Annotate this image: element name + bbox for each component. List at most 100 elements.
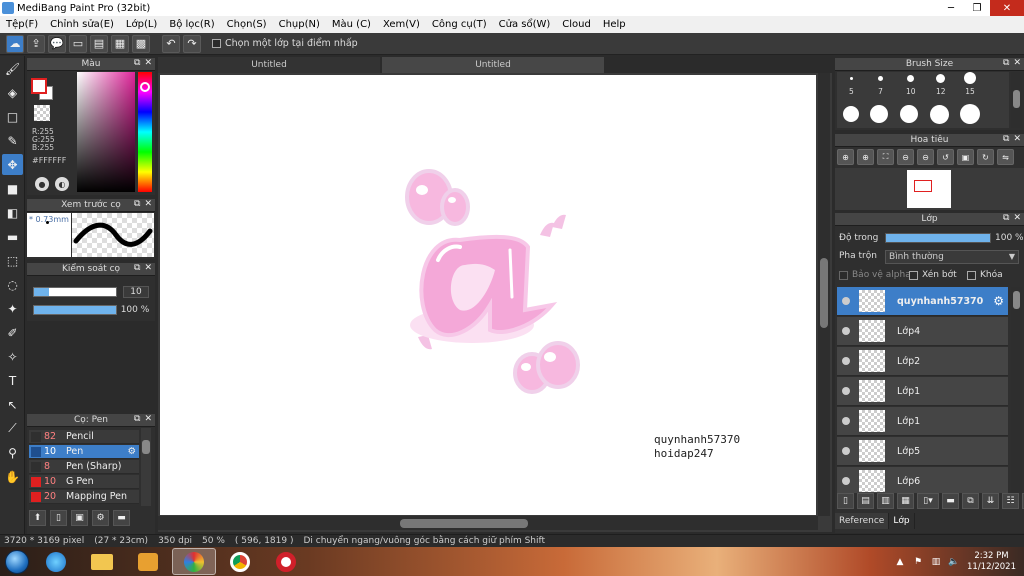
popout-icon[interactable]: ⧉: [134, 199, 140, 209]
page-manager-icon[interactable]: ▦: [111, 34, 129, 53]
redo-icon[interactable]: ↷: [183, 34, 201, 53]
menu-capture[interactable]: Chụp(N): [273, 19, 326, 30]
close-icon[interactable]: ✕: [144, 263, 152, 273]
brush-item[interactable]: 20 Mapping Pen: [29, 490, 139, 504]
saturation-value-picker[interactable]: [77, 72, 135, 192]
brush-add-icon[interactable]: ⬆: [29, 510, 46, 526]
clipping-option[interactable]: Xén bớt: [909, 270, 957, 280]
protect-alpha-option[interactable]: Bảo vệ alpha: [839, 270, 911, 280]
protect-alpha-checkbox[interactable]: [839, 270, 848, 280]
new-1bit-layer-icon[interactable]: ▦: [897, 493, 914, 509]
clipping-checkbox[interactable]: [909, 270, 918, 280]
volume-icon[interactable]: 🔈: [948, 557, 959, 567]
select-pen-icon[interactable]: ✐: [2, 322, 23, 343]
close-icon[interactable]: ✕: [1013, 213, 1021, 223]
popout-icon[interactable]: ⧉: [1003, 134, 1009, 144]
menu-cloud[interactable]: Cloud: [556, 19, 597, 30]
comment-icon[interactable]: ▭: [69, 34, 87, 53]
operation-tool-icon[interactable]: ↖: [2, 394, 23, 415]
taskbar-chrome[interactable]: [218, 548, 262, 575]
close-icon[interactable]: ✕: [144, 58, 152, 68]
select-rect-icon[interactable]: ⬚: [2, 250, 23, 271]
dot-tool-icon[interactable]: □: [2, 106, 23, 127]
brush-tool-icon[interactable]: 🖌: [2, 58, 23, 79]
menu-help[interactable]: Help: [597, 19, 632, 30]
text-tool-icon[interactable]: T: [2, 370, 23, 391]
close-button[interactable]: ✕: [990, 0, 1024, 16]
brush-size-preset[interactable]: [900, 105, 918, 123]
lasso-icon[interactable]: ◌: [2, 274, 23, 295]
gradient-tool-icon[interactable]: ▬: [2, 226, 23, 247]
close-icon[interactable]: ✕: [1013, 58, 1021, 68]
network-icon[interactable]: ▥: [931, 557, 941, 567]
clock[interactable]: 2:32 PM 11/12/2021: [967, 551, 1016, 573]
merge-layer-icon[interactable]: ⇊: [982, 493, 999, 509]
new-halftone-layer-icon[interactable]: ▤: [857, 493, 874, 509]
eye-icon[interactable]: [842, 477, 850, 485]
taskbar-media[interactable]: [126, 548, 170, 575]
actual-size-icon[interactable]: ▣: [957, 149, 974, 165]
brush-new-icon[interactable]: ▯: [50, 510, 67, 526]
navigator-view[interactable]: [835, 168, 1024, 210]
popout-icon[interactable]: ⧉: [134, 263, 140, 273]
eye-icon[interactable]: [842, 417, 850, 425]
layer-properties-icon[interactable]: ☷: [1002, 493, 1019, 509]
layer-opacity-slider[interactable]: [885, 233, 991, 243]
brush-size-preset[interactable]: 10: [906, 74, 916, 96]
blend-mode-select[interactable]: Bình thường ▼: [885, 250, 1019, 264]
drawing-canvas[interactable]: quynhanh57370 hoidap247: [160, 75, 816, 515]
hand-tool-icon[interactable]: ✋: [2, 466, 23, 487]
brush-size-preset[interactable]: [930, 105, 949, 124]
brush-size-preset[interactable]: 15: [964, 72, 976, 96]
new-layer-icon[interactable]: ▯: [837, 493, 854, 509]
flip-icon[interactable]: ⇋: [997, 149, 1014, 165]
brush-size-preset[interactable]: 7: [878, 74, 883, 96]
layer-row[interactable]: Lớp4: [837, 317, 1008, 346]
eraser-tool-icon[interactable]: ◈: [2, 82, 23, 103]
transparent-swatch[interactable]: [34, 105, 50, 121]
minimize-button[interactable]: ─: [938, 0, 964, 16]
tray-expand-icon[interactable]: ▲: [895, 557, 905, 567]
tab-untitled-2[interactable]: Untitled: [382, 57, 604, 73]
bucket-tool-icon[interactable]: ◧: [2, 202, 23, 223]
add-layer-dropdown-icon[interactable]: ▯▾: [917, 493, 939, 509]
menu-select[interactable]: Chọn(S): [221, 19, 273, 30]
taskbar-ie[interactable]: [34, 548, 78, 575]
brush-size-preset[interactable]: [960, 104, 980, 124]
menu-file[interactable]: Tệp(F): [0, 19, 44, 30]
menu-layer[interactable]: Lớp(L): [120, 19, 163, 30]
select-layer-checkbox[interactable]: [212, 39, 221, 48]
eye-icon[interactable]: [842, 447, 850, 455]
chat-icon[interactable]: 💬: [48, 34, 66, 53]
layer-row[interactable]: Lớp6: [837, 467, 1008, 493]
zoom-in-icon[interactable]: ⊕: [837, 149, 854, 165]
popout-icon[interactable]: ⧉: [134, 58, 140, 68]
zoom-out-icon[interactable]: ⊖: [897, 149, 914, 165]
brush-size-preset[interactable]: 5: [849, 74, 854, 96]
close-icon[interactable]: ✕: [144, 414, 152, 424]
restore-button[interactable]: ❐: [964, 0, 990, 16]
menu-color[interactable]: Màu (C): [326, 19, 377, 30]
menu-filter[interactable]: Bộ lọc(R): [163, 19, 220, 30]
new-8bit-layer-icon[interactable]: ▥: [877, 493, 894, 509]
brush-size-preset[interactable]: 12: [936, 74, 946, 96]
eye-icon[interactable]: [842, 387, 850, 395]
undo-icon[interactable]: ↶: [162, 34, 180, 53]
zoom-in-step-icon[interactable]: ⊕: [857, 149, 874, 165]
layer-row[interactable]: Lớp1: [837, 407, 1008, 436]
fit-icon[interactable]: ⛶: [877, 149, 894, 165]
move-tool-icon[interactable]: ✥: [2, 154, 23, 175]
brush-list-scrollbar[interactable]: [141, 428, 151, 506]
brush-settings-icon[interactable]: ⚙: [92, 510, 109, 526]
popout-icon[interactable]: ⧉: [1003, 213, 1009, 223]
rotate-left-icon[interactable]: ↺: [937, 149, 954, 165]
close-icon[interactable]: ✕: [144, 199, 152, 209]
palette-icon[interactable]: ●: [35, 177, 49, 191]
layer-row[interactable]: Lớp2: [837, 347, 1008, 376]
select-eraser-icon[interactable]: ✧: [2, 346, 23, 367]
brush-item[interactable]: 82 Pencil: [29, 430, 139, 444]
eye-icon[interactable]: [842, 357, 850, 365]
canvas-horizontal-scrollbar[interactable]: [158, 516, 818, 530]
brush-size-preset[interactable]: [870, 105, 888, 123]
layer-folder-icon[interactable]: ▬: [942, 493, 959, 509]
